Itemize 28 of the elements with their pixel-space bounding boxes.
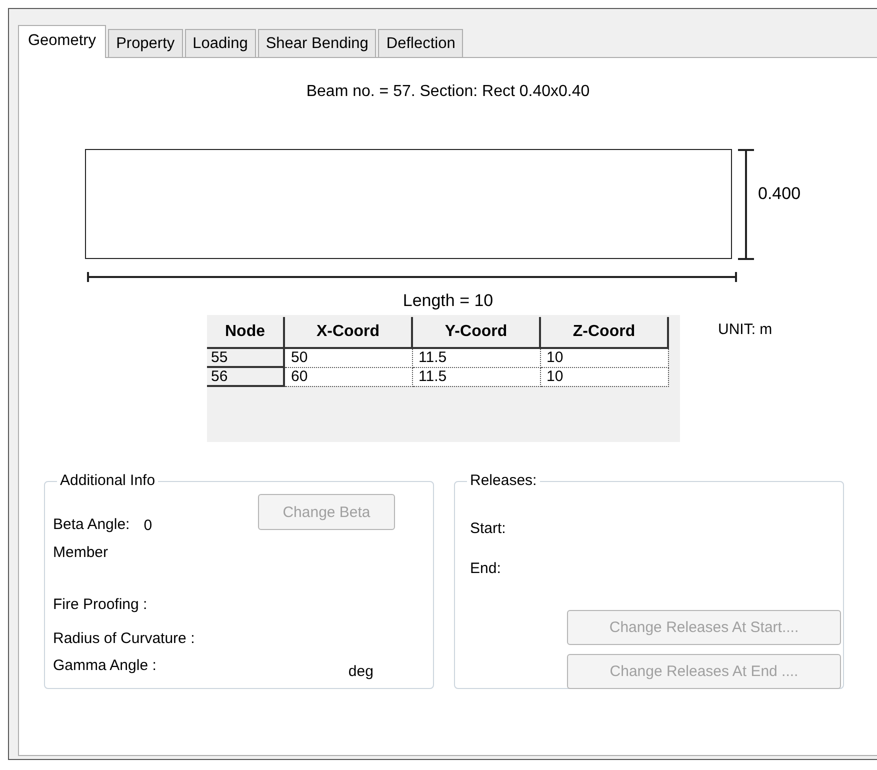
end-label: End:: [470, 560, 502, 578]
member-label: Member: [53, 544, 110, 562]
tab[interactable]: Loading: [184, 29, 256, 57]
beta-angle-value: 0: [144, 517, 152, 534]
row-header: 56: [207, 367, 284, 386]
unit-label: deg: [348, 663, 374, 681]
length-label: Length = 10: [402, 290, 494, 312]
table-cell: 50: [284, 348, 412, 367]
start-label: Start:: [470, 520, 507, 538]
height-label: 0.400: [758, 184, 801, 204]
table-cell: 11.5: [412, 367, 540, 386]
tab[interactable]: Property: [108, 29, 183, 57]
table-cell: 60: [284, 367, 412, 386]
tab[interactable]: Geometry: [18, 25, 106, 58]
length-dimension-icon: [87, 271, 737, 283]
tab[interactable]: Deflection: [378, 29, 464, 57]
beta-angle-label: Beta Angle:: [53, 516, 130, 534]
table-cell: 10: [540, 367, 668, 386]
radius-label: Radius of Curvature :: [53, 630, 196, 648]
fire-proofing-label: Fire Proofing :: [53, 596, 148, 614]
unit-label: UNIT: m: [718, 321, 772, 340]
gamma-angle-label: Gamma Angle :: [53, 657, 156, 676]
height-dimension-icon: [736, 149, 756, 260]
tab[interactable]: Shear Bending: [258, 29, 376, 57]
row-header: 55: [207, 348, 284, 367]
beam-title: Beam no. = 57. Section: Rect 0.40x0.40: [305, 82, 591, 102]
table-cell: 11.5: [412, 348, 540, 367]
table-cell: 10: [540, 348, 668, 367]
